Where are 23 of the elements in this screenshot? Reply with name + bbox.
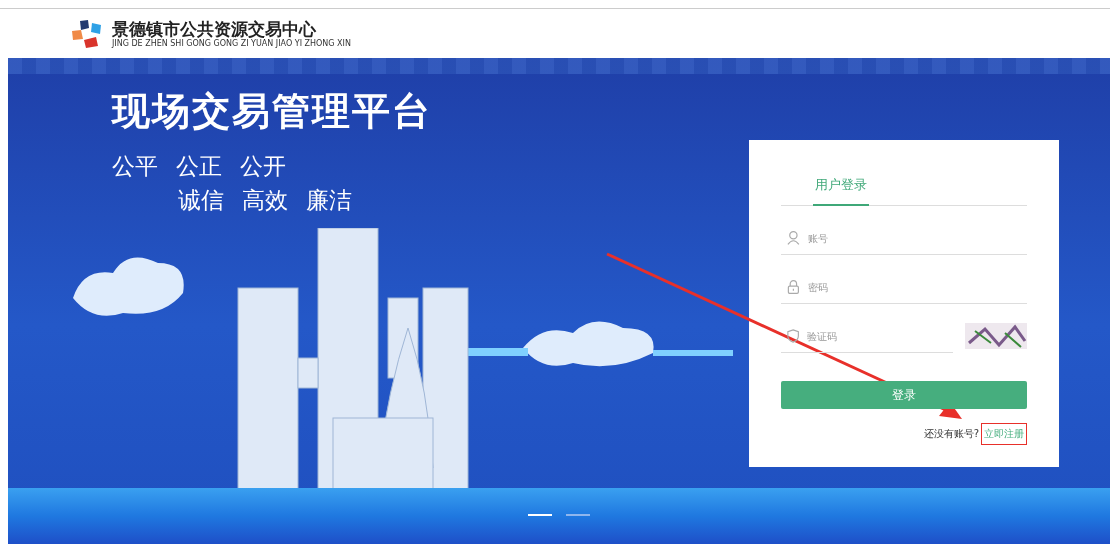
logo-icon bbox=[70, 18, 104, 49]
logo-subtitle: JING DE ZHEN SHI GONG GONG ZI YUAN JIAO YI ZHONG XIN bbox=[112, 39, 351, 48]
slogan: 公正 bbox=[176, 152, 222, 181]
password-field[interactable]: 密码 bbox=[807, 281, 1021, 293]
slogan: 公开 bbox=[240, 152, 286, 181]
login-button[interactable]: 登录 bbox=[781, 381, 1027, 409]
platform-title: 现场交易管理平台 bbox=[112, 88, 432, 135]
login-tab[interactable]: 用户登录 bbox=[813, 170, 869, 206]
register-prompt: 还没有账号? bbox=[923, 427, 979, 441]
user-icon bbox=[787, 230, 800, 246]
slogan: 高效 bbox=[242, 186, 288, 215]
slogan: 诚信 bbox=[178, 186, 224, 215]
logo-title: 景德镇市公共资源交易中心 bbox=[112, 19, 316, 39]
shield-icon bbox=[787, 328, 800, 344]
account-field[interactable]: 账号 bbox=[807, 232, 1021, 244]
carousel-indicator[interactable] bbox=[566, 514, 590, 516]
register-link[interactable]: 立即注册 bbox=[981, 423, 1027, 445]
lock-icon bbox=[787, 279, 800, 295]
slogan: 廉洁 bbox=[306, 186, 352, 215]
carousel-indicator[interactable] bbox=[528, 514, 552, 516]
captcha-field[interactable]: 验证码 bbox=[807, 330, 947, 342]
captcha-image[interactable] bbox=[965, 323, 1027, 349]
slogan: 公平 bbox=[112, 152, 158, 181]
